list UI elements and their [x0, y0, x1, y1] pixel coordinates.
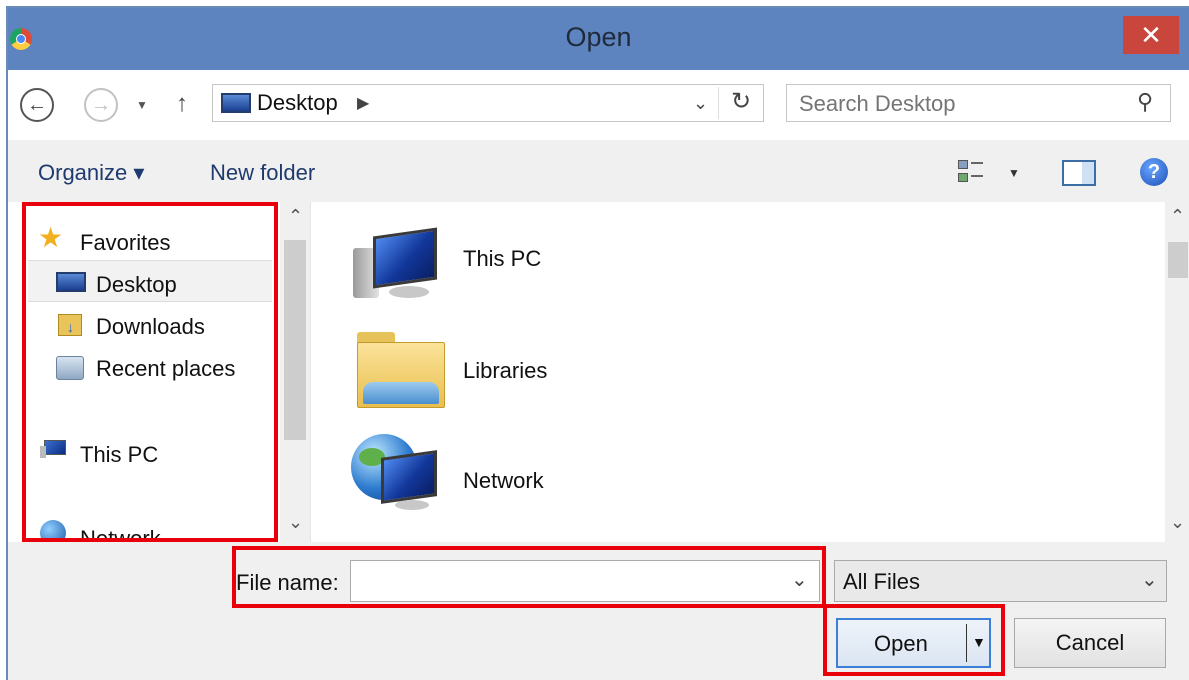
open-options-chevron-icon[interactable]: ▼	[972, 634, 986, 650]
desktop-icon	[56, 272, 86, 292]
recent-locations-chevron-icon[interactable]: ▼	[136, 98, 148, 112]
item-this-pc[interactable]: This PC	[463, 246, 541, 272]
dialog-title: Open	[565, 22, 632, 52]
preview-pane-icon[interactable]	[1062, 160, 1096, 186]
item-libraries[interactable]: Libraries	[463, 358, 547, 384]
nav-this-pc[interactable]: This PC	[80, 442, 158, 468]
favorites-star-icon: ★	[38, 222, 64, 253]
open-button[interactable]: Open ▼	[836, 618, 991, 668]
file-name-dropdown-icon[interactable]: ⌄	[791, 567, 808, 592]
up-arrow-button[interactable]: ↑	[176, 90, 188, 118]
address-bar[interactable]: Desktop ▶ ⌄ ↻	[212, 84, 764, 122]
nav-item-desktop[interactable]: Desktop	[96, 272, 177, 298]
title-bar: Open ✕	[8, 8, 1189, 70]
scroll-up-icon[interactable]: ⌃	[1170, 206, 1185, 227]
breadcrumb-desktop[interactable]: Desktop	[257, 90, 338, 116]
file-name-combobox[interactable]: ⌄	[350, 560, 820, 602]
open-file-dialog: Open ✕ ← → ▼ ↑ Desktop ▶ ⌄ ↻ ⚲ Organize …	[6, 6, 1189, 680]
file-type-value: All Files	[843, 569, 921, 594]
file-list-pane: This PC Libraries Network	[310, 202, 1166, 542]
address-divider	[718, 87, 719, 119]
breadcrumb-chevron-icon[interactable]: ▶	[357, 93, 369, 113]
this-pc-icon	[40, 440, 68, 460]
nav-scrollbar[interactable]: ⌃ ⌄	[280, 202, 310, 542]
recent-places-icon	[56, 356, 84, 380]
search-box[interactable]: ⚲	[786, 84, 1171, 122]
open-button-label: Open	[874, 631, 928, 656]
navigation-pane: ★ Favorites Desktop ↓ Downloads Recent p…	[8, 202, 310, 551]
command-bar: Organize ▾ New folder ▼ ?	[8, 140, 1189, 202]
item-network[interactable]: Network	[463, 468, 544, 494]
refresh-icon[interactable]: ↻	[731, 87, 751, 116]
open-split-divider	[966, 624, 967, 662]
file-name-input[interactable]	[357, 567, 781, 597]
scroll-up-icon[interactable]: ⌃	[288, 206, 303, 227]
scroll-down-icon[interactable]: ⌄	[1170, 512, 1185, 533]
file-type-filter[interactable]: All Files ⌄	[834, 560, 1167, 602]
nav-item-recent-places[interactable]: Recent places	[96, 356, 235, 382]
scroll-down-icon[interactable]: ⌄	[288, 512, 303, 533]
close-button[interactable]: ✕	[1123, 16, 1179, 54]
search-input[interactable]	[797, 89, 1121, 119]
dialog-footer: File name: ⌄ All Files ⌄ Open ▼ Cancel	[8, 542, 1189, 680]
organize-menu-button[interactable]: Organize ▾	[38, 160, 144, 186]
search-icon[interactable]: ⚲	[1137, 89, 1153, 115]
desktop-icon	[221, 93, 251, 113]
file-type-dropdown-icon[interactable]: ⌄	[1141, 567, 1158, 592]
back-button[interactable]: ←	[20, 88, 54, 122]
address-dropdown-icon[interactable]: ⌄	[693, 93, 708, 114]
address-row: ← → ▼ ↑ Desktop ▶ ⌄ ↻ ⚲	[8, 70, 1189, 140]
network-globe-icon[interactable]	[351, 434, 451, 514]
nav-item-downloads[interactable]: Downloads	[96, 314, 205, 340]
nav-favorites[interactable]: Favorites	[80, 230, 170, 256]
computer-icon[interactable]	[353, 226, 443, 302]
cancel-button[interactable]: Cancel	[1014, 618, 1166, 668]
libraries-folder-icon[interactable]	[357, 326, 449, 412]
change-view-icon[interactable]	[958, 158, 986, 186]
content-scrollbar-thumb[interactable]	[1168, 242, 1188, 278]
content-scrollbar[interactable]: ⌃ ⌄	[1165, 202, 1189, 542]
file-name-label: File name:	[236, 570, 339, 595]
view-options-chevron-icon[interactable]: ▼	[1008, 166, 1020, 180]
forward-button[interactable]: →	[84, 88, 118, 122]
downloads-folder-icon: ↓	[58, 314, 82, 336]
nav-scrollbar-thumb[interactable]	[284, 240, 306, 440]
new-folder-button[interactable]: New folder	[210, 160, 315, 186]
help-icon[interactable]: ?	[1140, 158, 1168, 186]
